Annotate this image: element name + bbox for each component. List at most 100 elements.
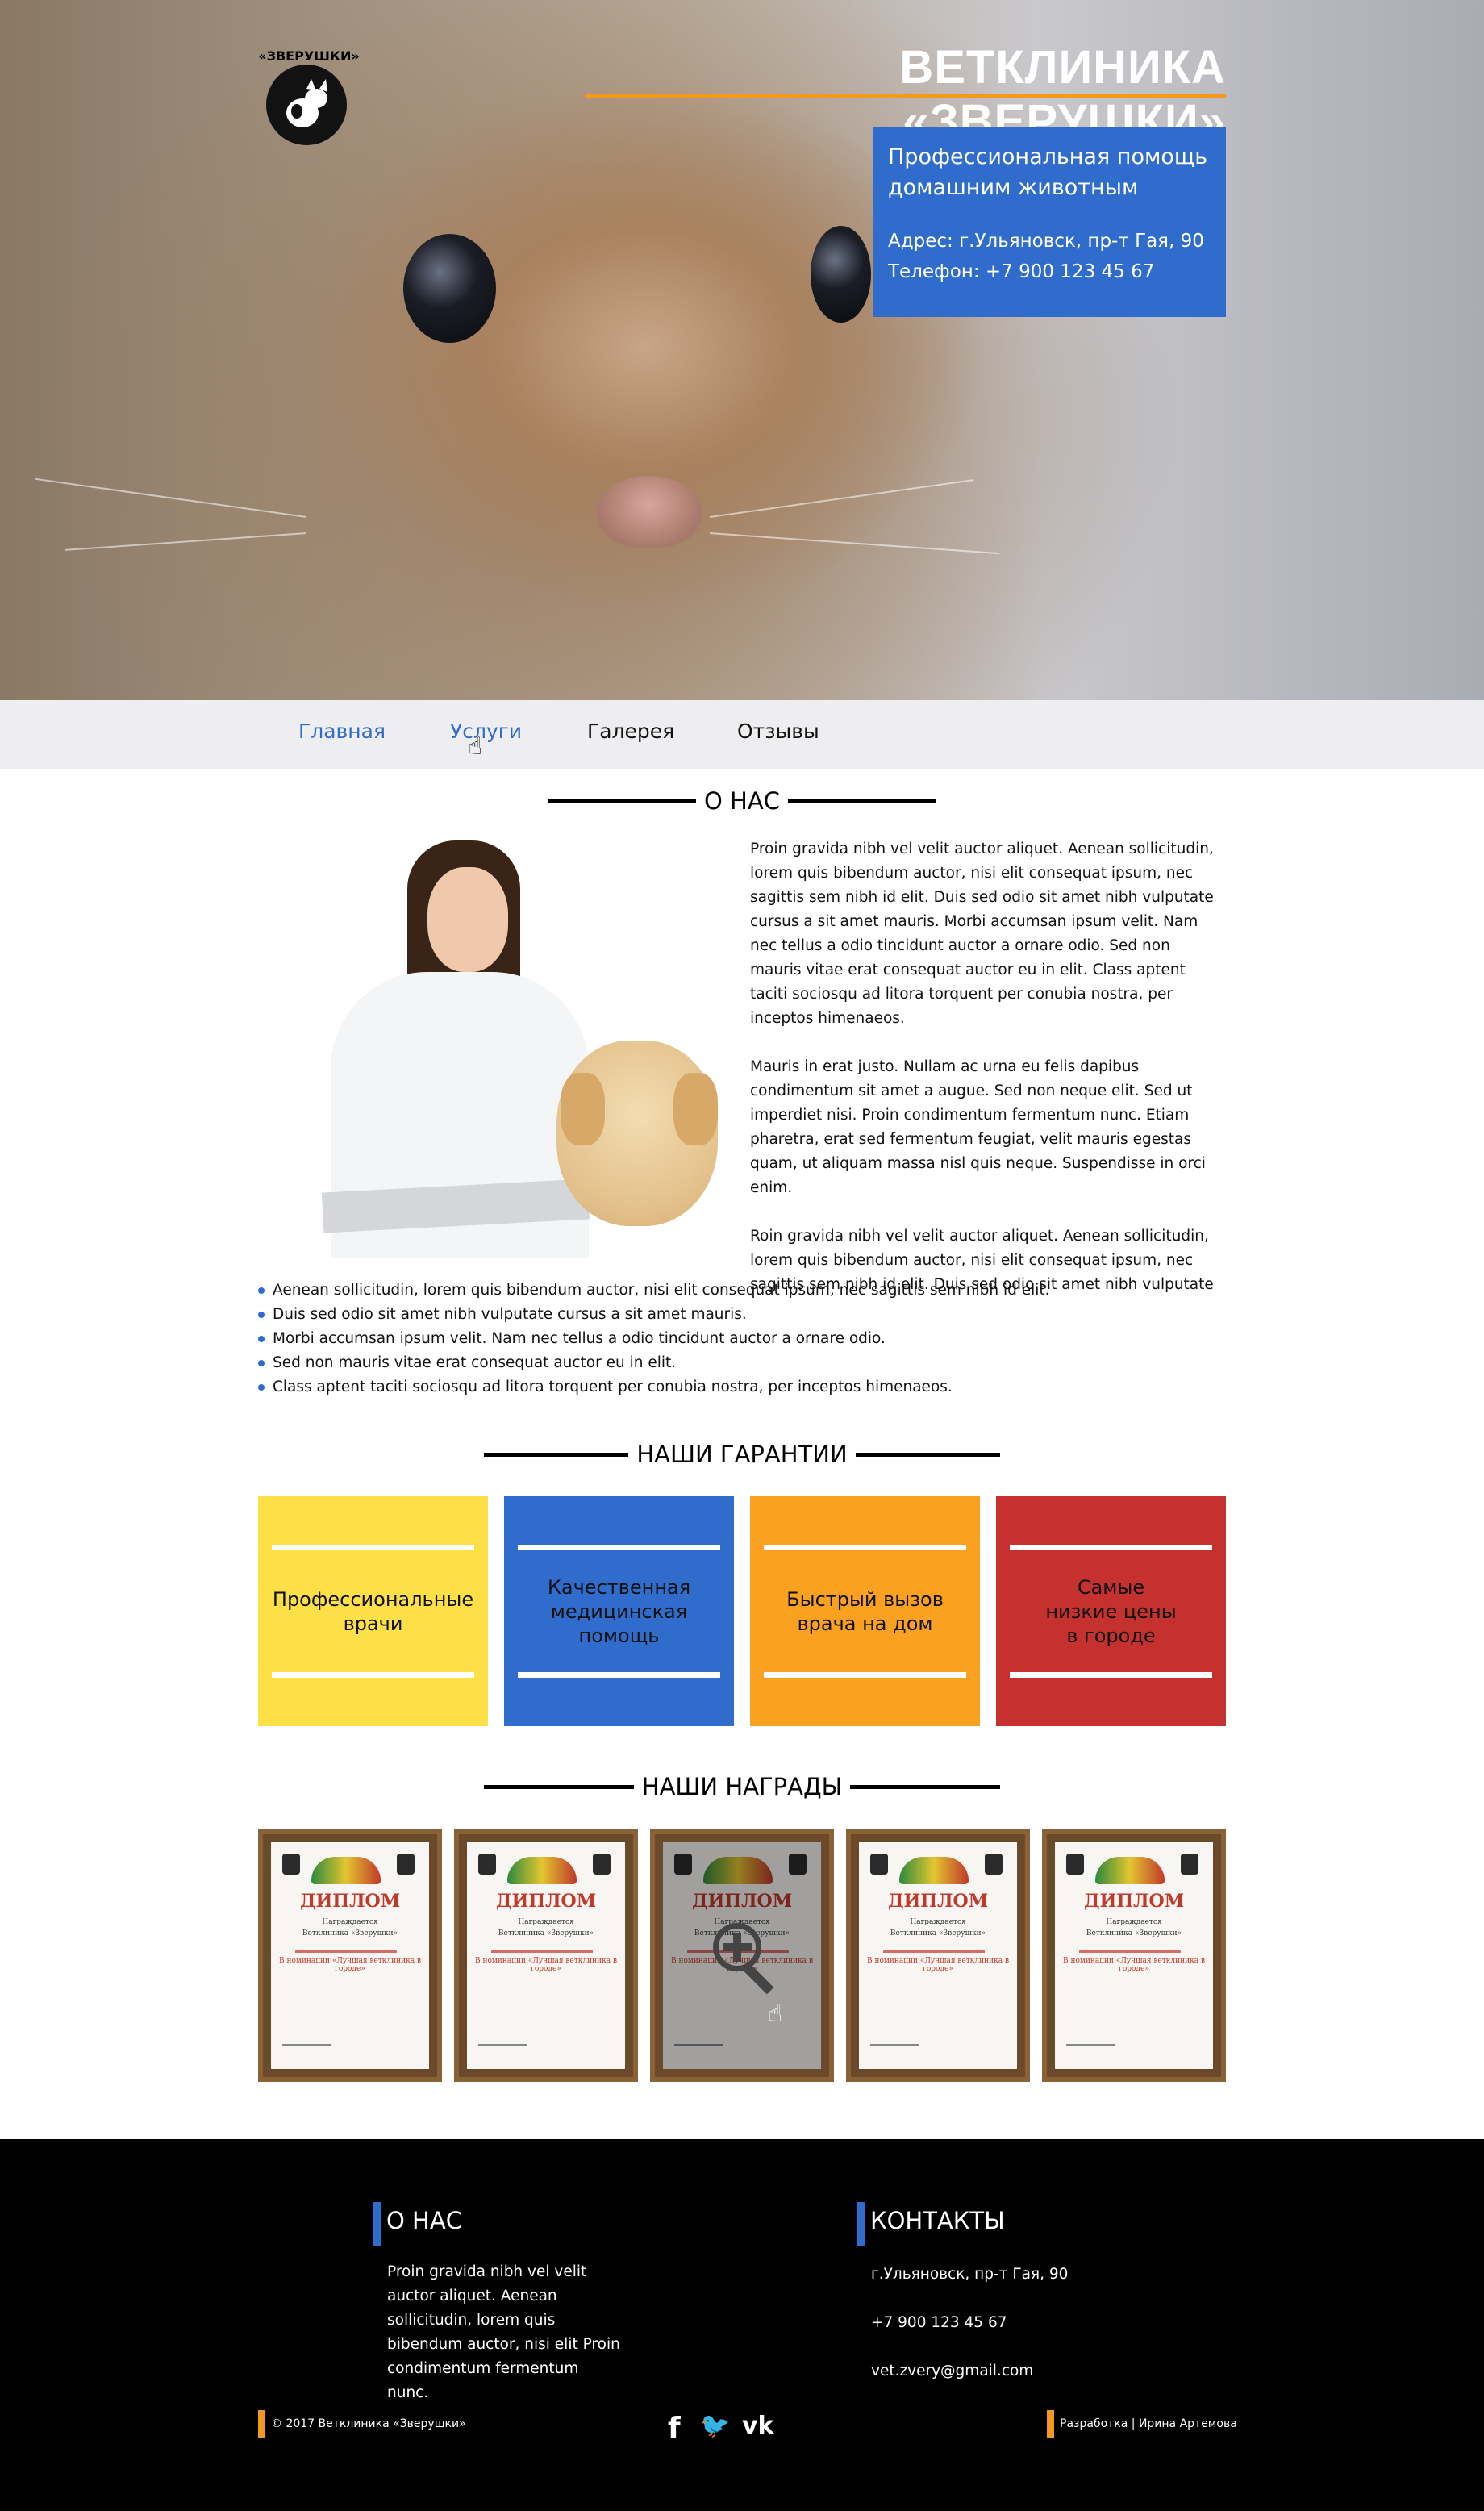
coat-of-arms-icon bbox=[870, 1854, 888, 1875]
footer-phone[interactable]: +7 900 123 45 67 bbox=[871, 2311, 1007, 2335]
rabbit-whisker bbox=[65, 532, 307, 551]
guarantee-card: Качественная медицинская помощь bbox=[504, 1496, 734, 1726]
coat-of-arms-icon bbox=[674, 1854, 692, 1875]
coat-of-arms-icon bbox=[985, 1854, 1003, 1875]
list-item: Morbi accumsan ipsum velit. Nam nec tell… bbox=[256, 1327, 1224, 1351]
about-heading-text: О НАС bbox=[704, 787, 780, 815]
hand-cursor-icon: ☝ bbox=[468, 732, 483, 761]
diploma-paper: ДИПЛОМ Награждается Ветклиника «Зверушки» В… bbox=[271, 1842, 429, 2069]
award-diploma[interactable]: ДИПЛОМ Награждается Ветклиника «Зверушки» В… bbox=[846, 1829, 1030, 2082]
guarantee-card-text: Быстрый вызов врача на дом bbox=[786, 1587, 944, 1635]
diploma-line: Награждается bbox=[322, 1918, 378, 1926]
rabbit-whisker bbox=[709, 479, 973, 518]
facebook-icon[interactable]: f bbox=[668, 2412, 681, 2445]
about-heading: О НАС bbox=[548, 787, 936, 815]
diploma-line: Награждается bbox=[1106, 1918, 1162, 1926]
about-paragraph: Proin gravida nibh vel velit auctor aliq… bbox=[750, 840, 1214, 1027]
coat-of-arms-icon bbox=[593, 1854, 611, 1875]
diploma-line: В номинации «Лучшая ветклиника в городе» bbox=[278, 1957, 422, 1973]
title-underline bbox=[585, 94, 1226, 98]
guarantee-card: Профессиональные врачи bbox=[258, 1496, 488, 1726]
diploma-title: ДИПЛОМ bbox=[1083, 1891, 1185, 1912]
rabbit-eye-right bbox=[811, 226, 871, 323]
guarantee-card-text: Профессиональные врачи bbox=[272, 1587, 474, 1635]
award-diploma[interactable]: ДИПЛОМ Награждается Ветклиника «Зверушки» В… bbox=[258, 1829, 442, 2082]
footer-contacts-heading: КОНТАКТЫ bbox=[857, 2202, 1005, 2246]
header-address: Адрес: г.Ульяновск, пр-т Гая, 90 bbox=[888, 231, 1204, 252]
about-bullet-list: Aenean sollicitudin, lorem quis bibendum… bbox=[256, 1278, 1224, 1399]
tagline: Профессиональная помощь домашним животны… bbox=[888, 144, 1208, 200]
footer-email[interactable]: vet.zvery@gmail.com bbox=[871, 2359, 1033, 2384]
logo[interactable]: «ЗВЕРУШКИ» bbox=[256, 48, 361, 145]
diploma-line: Ветклиника «Зверушки» bbox=[890, 1929, 986, 1937]
logo-text: «ЗВЕРУШКИ» bbox=[258, 48, 360, 64]
awards-heading-text: НАШИ НАГРАДЫ bbox=[641, 1773, 843, 1800]
twitter-icon[interactable]: 🐦 bbox=[700, 2412, 730, 2440]
about-text: Proin gravida nibh vel velit auctor aliq… bbox=[750, 837, 1226, 1321]
info-box: Профессиональная помощь домашним животны… bbox=[873, 127, 1226, 317]
diploma-title: ДИПЛОМ bbox=[887, 1891, 989, 1912]
diploma-line: Ветклиника «Зверушки» bbox=[302, 1929, 398, 1937]
developer-credit: Разработка | Ирина Артемова bbox=[1047, 2410, 1237, 2438]
zoom-in-icon[interactable] bbox=[713, 1923, 761, 1971]
rabbit-whisker bbox=[709, 532, 1000, 555]
paw-pets-icon bbox=[266, 65, 347, 145]
about-paragraph: Mauris in erat justo. Nullam ac urna eu … bbox=[750, 1058, 1206, 1196]
guarantees-heading-text: НАШИ ГАРАНТИИ bbox=[636, 1441, 848, 1468]
nav-item-services[interactable]: Услуги bbox=[450, 720, 522, 743]
coat-of-arms-icon bbox=[1181, 1854, 1198, 1875]
main-nav: Главная Услуги Галерея Отзывы ☝ bbox=[0, 700, 1484, 769]
diploma-title: ДИПЛОМ bbox=[495, 1891, 597, 1912]
footer-address: г.Ульяновск, пр-т Гая, 90 bbox=[871, 2266, 1069, 2283]
ribbon-crest-icon bbox=[899, 1857, 969, 1884]
coat-of-arms-icon bbox=[1066, 1854, 1084, 1875]
guarantee-card-text: Самые низкие цены в городе bbox=[1045, 1575, 1177, 1647]
coat-of-arms-icon bbox=[282, 1854, 300, 1875]
vet-doctor-photo bbox=[258, 831, 734, 1258]
rabbit-eye-left bbox=[403, 234, 496, 343]
awards-heading: НАШИ НАГРАДЫ bbox=[484, 1773, 1000, 1800]
footer bbox=[0, 2139, 1484, 2511]
list-item: Class aptent taciti sociosqu ad litora t… bbox=[256, 1375, 1224, 1399]
diploma-line: Награждается bbox=[910, 1918, 966, 1926]
list-item: Duis sed odio sit amet nibh vulputate cu… bbox=[256, 1303, 1224, 1327]
diploma-title: ДИПЛОМ bbox=[691, 1891, 793, 1912]
guarantee-card: Быстрый вызов врача на дом bbox=[750, 1496, 980, 1726]
ribbon-crest-icon bbox=[703, 1857, 773, 1884]
award-diploma[interactable]: ДИПЛОМ Награждается Ветклиника «Зверушки» В… bbox=[454, 1829, 638, 2082]
footer-about-heading: О НАС bbox=[373, 2202, 462, 2246]
list-item: Sed non mauris vitae erat consequat auct… bbox=[256, 1351, 1224, 1375]
award-diploma[interactable]: ДИПЛОМ Награждается Ветклиника «Зверушки» В… bbox=[1042, 1829, 1226, 2082]
diploma-title: ДИПЛОМ bbox=[299, 1891, 401, 1912]
guarantee-card-text: Качественная медицинская помощь bbox=[547, 1575, 691, 1647]
vk-icon[interactable]: vk bbox=[742, 2412, 774, 2440]
nav-item-gallery[interactable]: Галерея bbox=[587, 720, 674, 743]
coat-of-arms-icon bbox=[397, 1854, 415, 1875]
rabbit-whisker bbox=[35, 478, 307, 518]
award-diploma[interactable]: ДИПЛОМ Награждается Ветклиника «Зверушки» В… bbox=[650, 1829, 834, 2082]
header-phone[interactable]: Телефон: +7 900 123 45 67 bbox=[888, 257, 1211, 287]
diploma-line: В номинации «Лучшая ветклиника в городе» bbox=[1062, 1957, 1206, 1973]
list-item: Aenean sollicitudin, lorem quis bibendum… bbox=[256, 1278, 1224, 1303]
diploma-paper: ДИПЛОМ Награждается Ветклиника «Зверушки» В… bbox=[467, 1842, 625, 2069]
guarantee-card: Самые низкие цены в городе bbox=[996, 1496, 1226, 1726]
footer-about-text: Proin gravida nibh vel velit auctor aliq… bbox=[387, 2263, 620, 2401]
rabbit-nose bbox=[597, 476, 702, 548]
diploma-line: Ветклиника «Зверушки» bbox=[498, 1929, 594, 1937]
coat-of-arms-icon bbox=[478, 1854, 496, 1875]
diploma-line: В номинации «Лучшая ветклиника в городе» bbox=[866, 1957, 1010, 1973]
copyright: © 2017 Ветклиника «Зверушки» bbox=[258, 2410, 466, 2438]
hand-cursor-icon: ☝ bbox=[768, 2000, 783, 2028]
ribbon-crest-icon bbox=[507, 1857, 577, 1884]
diploma-line: Ветклиника «Зверушки» bbox=[1086, 1929, 1182, 1937]
coat-of-arms-icon bbox=[789, 1854, 807, 1875]
nav-item-reviews[interactable]: Отзывы bbox=[737, 720, 819, 743]
diploma-paper: ДИПЛОМ Награждается Ветклиника «Зверушки» В… bbox=[1055, 1842, 1213, 2069]
diploma-line: Награждается bbox=[518, 1918, 574, 1926]
ribbon-crest-icon bbox=[311, 1857, 381, 1884]
diploma-paper: ДИПЛОМ Награждается Ветклиника «Зверушки» В… bbox=[859, 1842, 1017, 2069]
guarantees-heading: НАШИ ГАРАНТИИ bbox=[484, 1441, 1000, 1468]
nav-item-home[interactable]: Главная bbox=[298, 720, 386, 743]
diploma-line: В номинации «Лучшая ветклиника в городе» bbox=[474, 1957, 618, 1973]
ribbon-crest-icon bbox=[1095, 1857, 1165, 1884]
